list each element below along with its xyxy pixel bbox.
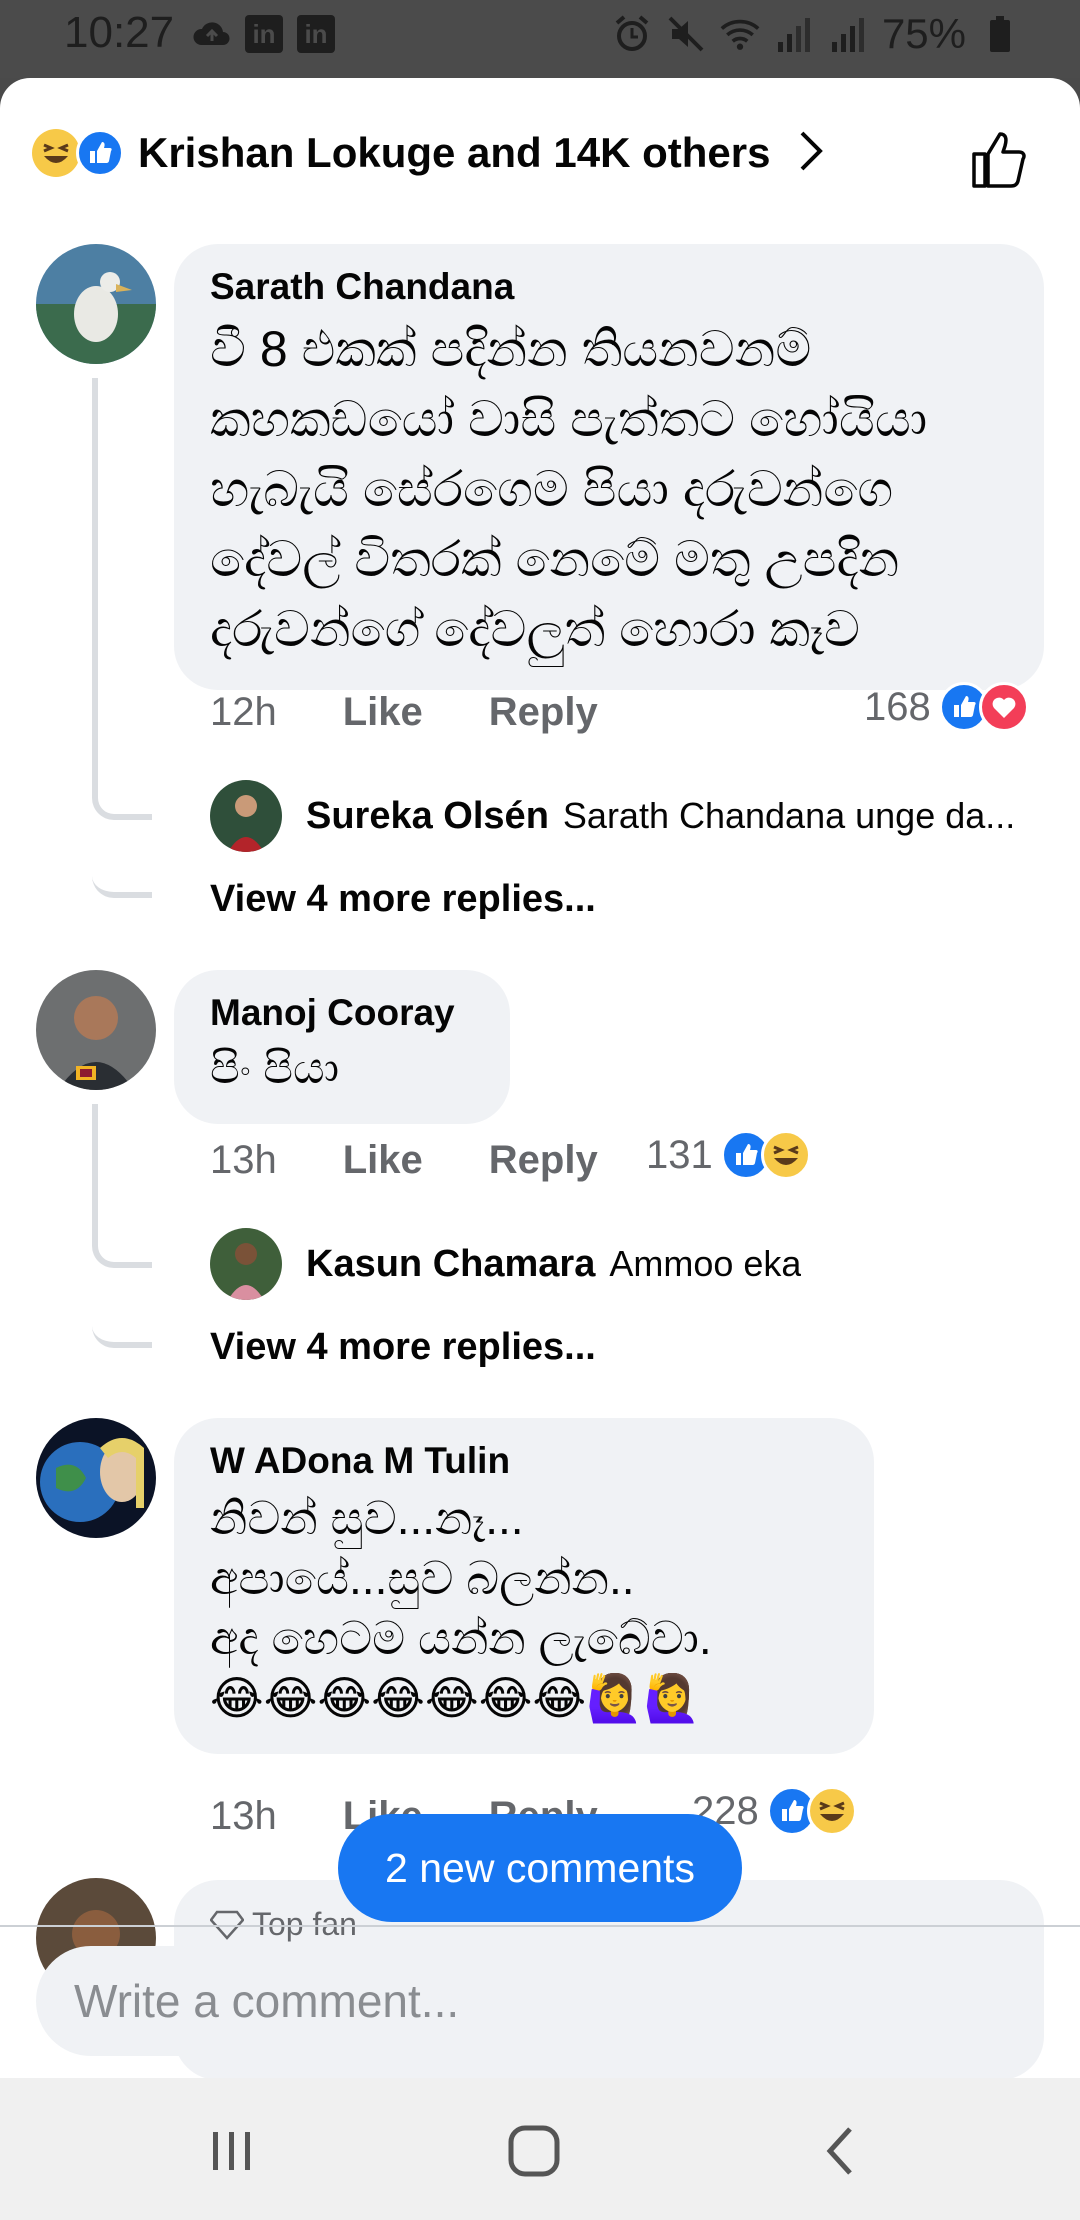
signal-icon — [774, 14, 814, 54]
comment-actions: 12h Like Reply — [210, 690, 664, 735]
comment-line: දේවල් විතරක් නෙමේ මතු උපදින — [210, 531, 900, 587]
home-icon[interactable] — [494, 2116, 574, 2186]
view-more-replies[interactable]: View 4 more replies... — [210, 1326, 596, 1369]
reply-avatar[interactable] — [210, 1228, 282, 1300]
comment-bubble[interactable]: Sarath Chandana වී 8 එකක් පදින්න තියනවනම… — [174, 244, 1044, 690]
thread-branch — [92, 778, 152, 898]
comment-time: 12h — [210, 690, 277, 734]
avatar[interactable] — [36, 970, 156, 1090]
like-comment-button[interactable]: Like — [343, 1138, 423, 1183]
reply-preview[interactable]: Sureka Olsén Sarath Chandana unge da... — [210, 780, 1015, 852]
reply-avatar[interactable] — [210, 780, 282, 852]
composer-divider — [0, 1925, 1080, 1927]
battery-level: 75% — [881, 10, 966, 57]
signal-icon — [828, 14, 868, 54]
status-bar: 10:27 in in 75% — [0, 0, 1080, 78]
comment-author[interactable]: Sarath Chandana — [210, 266, 1008, 308]
reply-author[interactable]: Sureka Olsén — [306, 795, 549, 838]
comment-line: පිං පියා — [210, 1044, 340, 1093]
comment-text: නිවන් සුව...නෑ... අපායේ...සුව බලන්න.. අද… — [210, 1488, 838, 1728]
alarm-icon — [612, 14, 652, 54]
comment-input[interactable] — [74, 1974, 974, 2028]
like-reaction-icon — [76, 129, 124, 177]
comment-text: වී 8 එකක් පදින්න තියනවනම් කහකඩයෝ වාසි පැ… — [210, 314, 1008, 664]
reply-button[interactable]: Reply — [489, 690, 598, 735]
comment-author[interactable]: W ADona M Tulin — [210, 1440, 838, 1482]
reaction-count[interactable]: 168 — [864, 682, 1029, 732]
haha-reaction-icon — [760, 1130, 811, 1180]
recent-apps-icon[interactable] — [192, 2116, 272, 2186]
thread-branch — [92, 1226, 152, 1348]
comment-line: අපායේ...සුව බලන්න.. — [210, 1552, 635, 1604]
comment-text: පිං පියා — [210, 1040, 474, 1098]
comment-emoji-line: 😂😂😂😂😂😂😂🙋‍♀️🙋‍♀️ — [210, 1672, 701, 1724]
comment-bubble[interactable]: Manoj Cooray පිං පියා — [174, 970, 510, 1124]
comment-line: අද හෙටම යන්න ලැබේවා. — [210, 1612, 712, 1664]
reactions-summary-text: Krishan Lokuge and 14K others — [138, 129, 771, 176]
reaction-count-number: 168 — [864, 684, 931, 729]
comment-time: 13h — [210, 1138, 277, 1182]
reply-text: Sarath Chandana unge da... — [562, 795, 1016, 836]
reaction-count[interactable]: 131 — [646, 1130, 811, 1180]
reply-preview[interactable]: Kasun Chamara Ammoo eka — [210, 1228, 801, 1300]
comment-actions: 13h Like Reply — [210, 1138, 664, 1183]
chevron-right-icon — [796, 129, 826, 178]
battery-icon — [980, 14, 1020, 54]
comment-author[interactable]: Manoj Cooray — [210, 992, 474, 1034]
comments-sheet: Krishan Lokuge and 14K others Sarath Cha… — [0, 78, 1080, 2078]
system-nav-bar — [0, 2078, 1080, 2220]
wifi-icon — [720, 14, 760, 54]
avatar[interactable] — [36, 1418, 156, 1538]
comment-composer[interactable] — [36, 1946, 1044, 2056]
thumbs-up-icon — [972, 132, 1026, 188]
cloud-upload-icon — [192, 14, 232, 54]
status-time: 10:27 — [64, 8, 175, 57]
linkedin-icon: in — [296, 14, 336, 54]
back-icon[interactable] — [800, 2116, 880, 2186]
love-reaction-icon — [978, 682, 1029, 732]
haha-reaction-icon — [806, 1786, 857, 1836]
comment-line: කහකඩයෝ වාසි පැත්තට හෝයියා — [210, 391, 928, 447]
reply-button[interactable]: Reply — [489, 1138, 598, 1183]
new-comments-button[interactable]: 2 new comments — [338, 1814, 742, 1922]
comment-time: 13h — [210, 1794, 277, 1838]
reply-author[interactable]: Kasun Chamara — [306, 1243, 595, 1286]
thread-line — [92, 378, 152, 820]
avatar[interactable] — [36, 244, 156, 364]
view-more-replies[interactable]: View 4 more replies... — [210, 878, 596, 921]
haha-reaction-icon — [32, 129, 80, 177]
reactions-summary[interactable]: Krishan Lokuge and 14K others — [32, 118, 1052, 188]
comment-line: නිවන් සුව...නෑ... — [210, 1492, 524, 1544]
linkedin-icon: in — [244, 14, 284, 54]
comment-line: වී 8 එකක් පදින්න තියනවනම් — [210, 321, 812, 377]
like-post-button[interactable] — [970, 128, 1032, 195]
reaction-count-number: 131 — [646, 1132, 713, 1177]
comment-line: හැබැයි සේරගෙම පියා දරුවන්ගෙ — [210, 461, 894, 517]
comment-bubble[interactable]: W ADona M Tulin නිවන් සුව...නෑ... අපායේ.… — [174, 1418, 874, 1754]
like-comment-button[interactable]: Like — [343, 690, 423, 735]
comment-line: දරුවන්ගේ දේවලුත් හොරා කෑව — [210, 601, 860, 657]
reply-text: Ammoo eka — [609, 1243, 802, 1284]
mute-icon — [666, 14, 706, 54]
